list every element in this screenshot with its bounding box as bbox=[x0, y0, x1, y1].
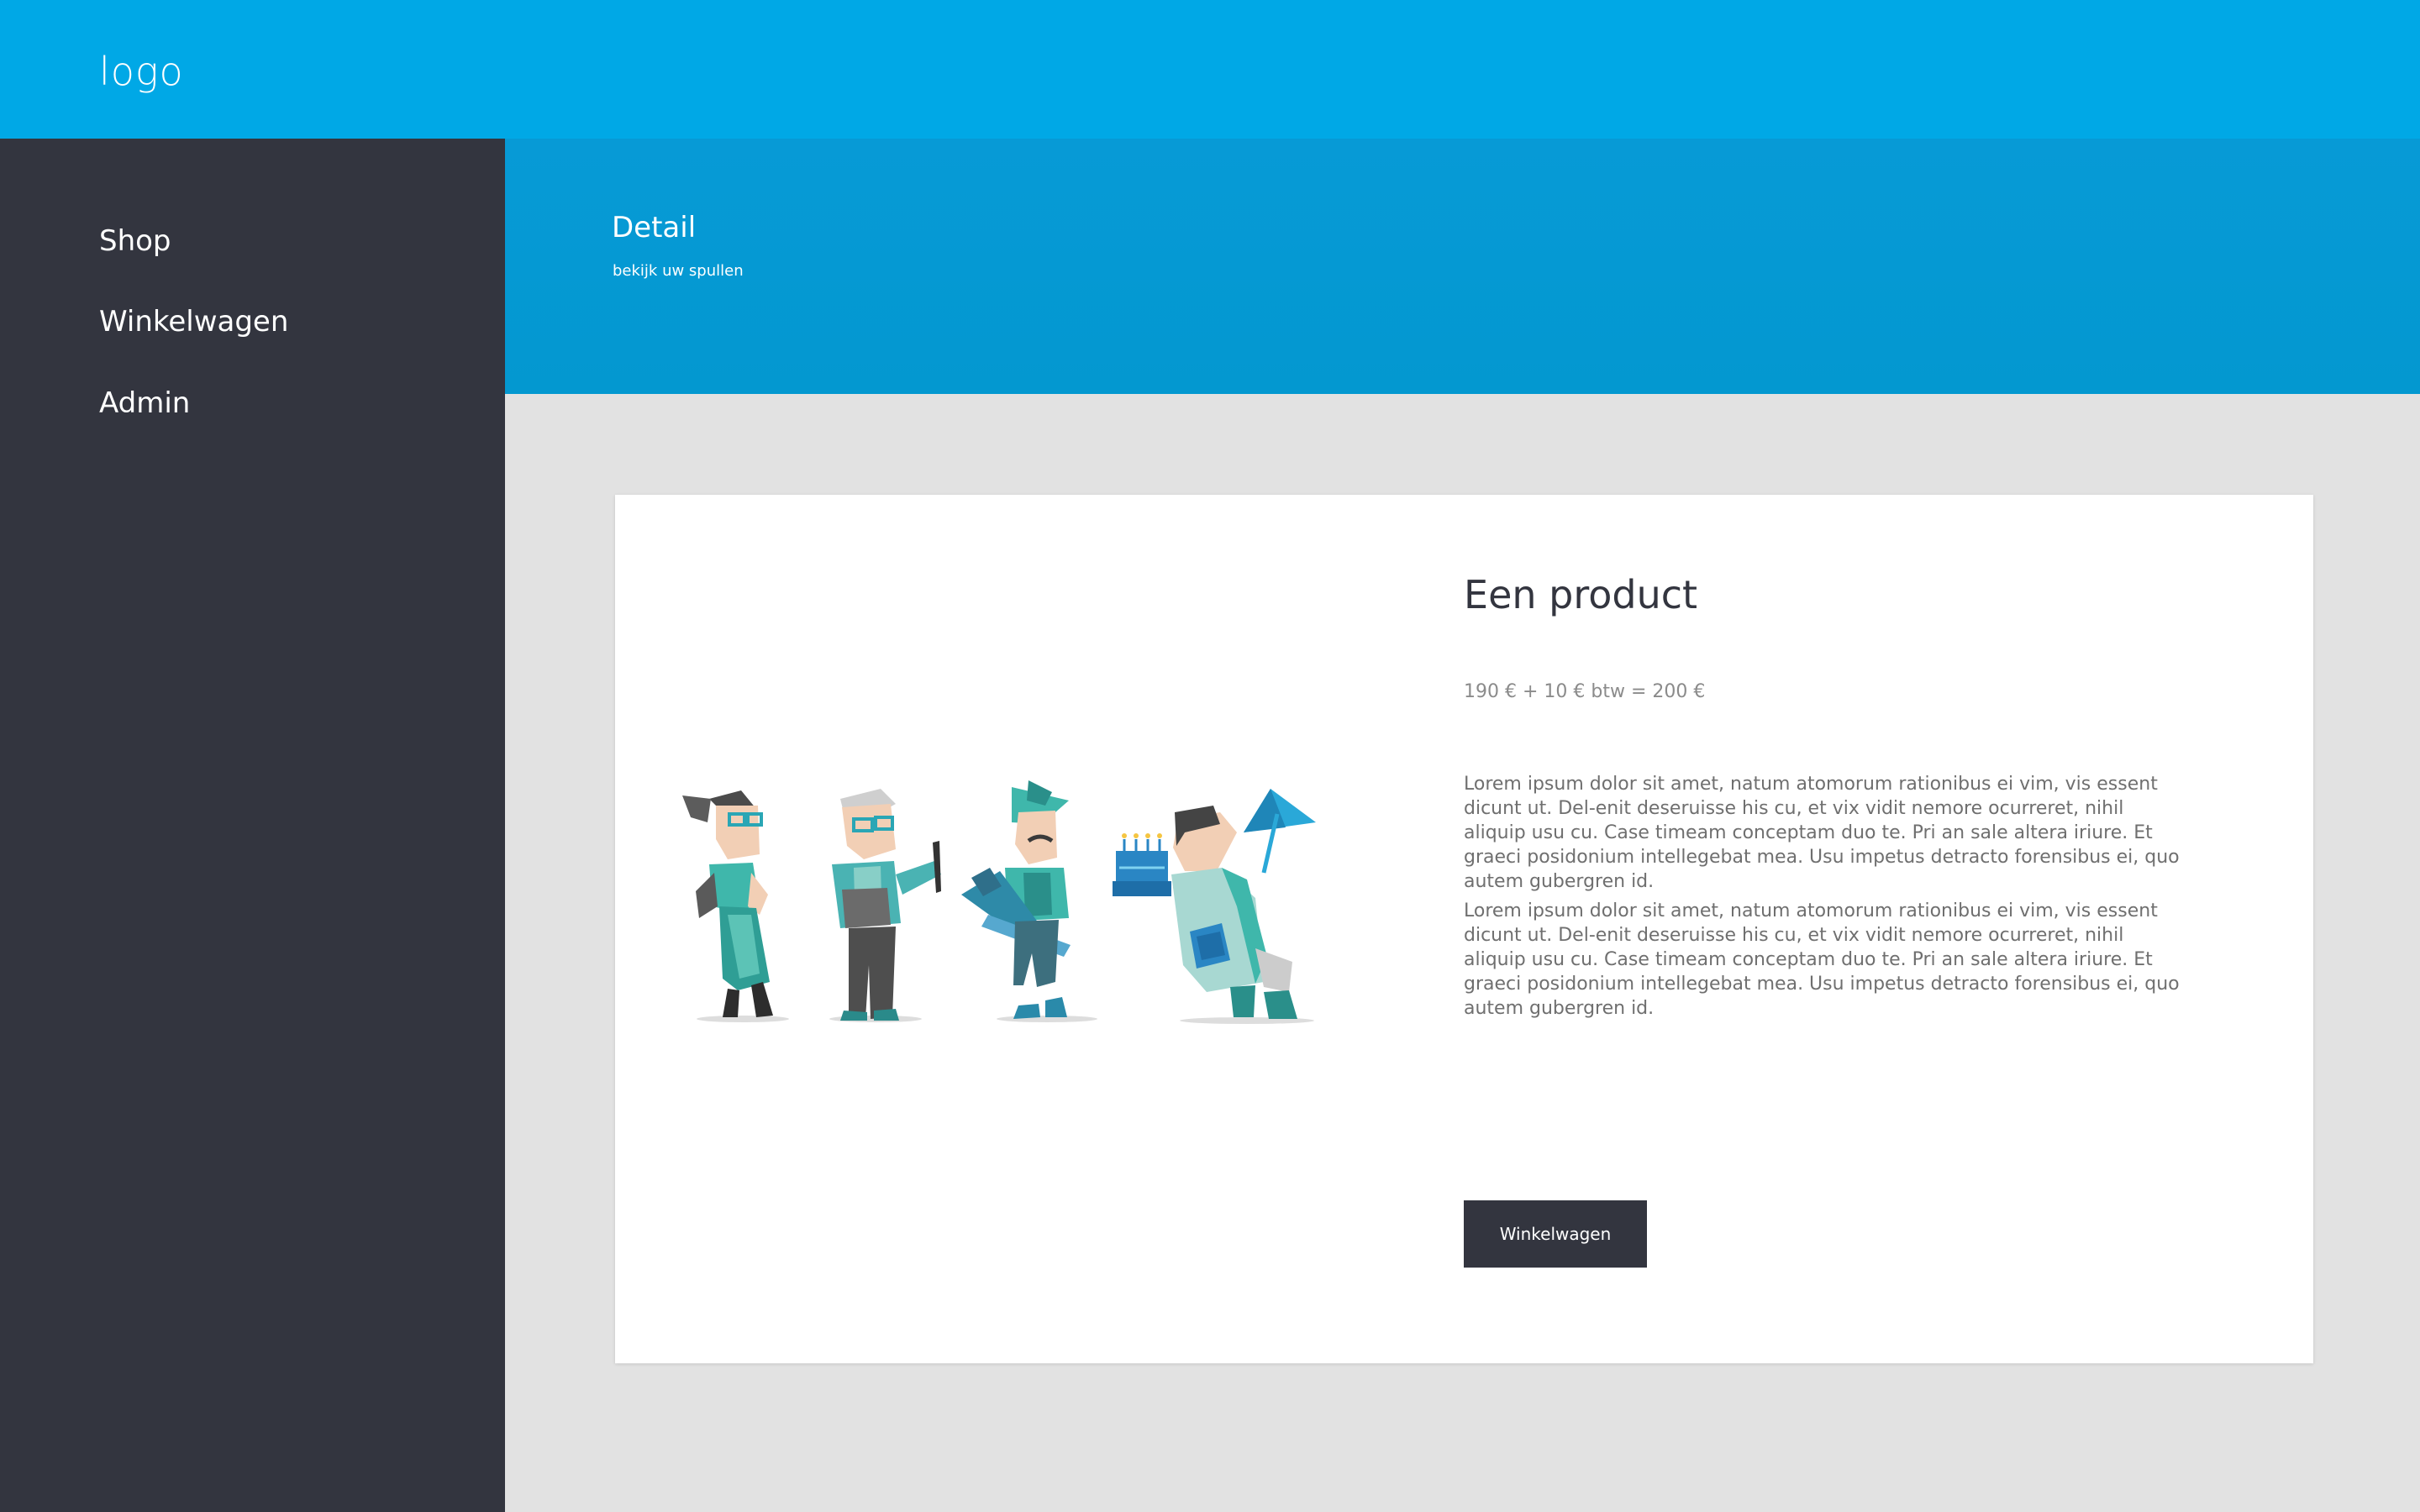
page-subtitle: bekijk uw spullen bbox=[613, 262, 744, 280]
character-old-man bbox=[832, 789, 941, 1021]
page-header: Detail bekijk uw spullen bbox=[505, 139, 2420, 394]
sidebar-item-admin[interactable]: Admin bbox=[99, 386, 190, 420]
product-description-1: Lorem ipsum dolor sit amet, natum atomor… bbox=[1464, 774, 2180, 892]
top-bar: logo bbox=[0, 0, 2420, 139]
add-to-cart-button[interactable]: Winkelwagen bbox=[1464, 1200, 1647, 1268]
sidebar-item-winkelwagen[interactable]: Winkelwagen bbox=[99, 305, 288, 339]
product-description-2: Lorem ipsum dolor sit amet, natum atomor… bbox=[1464, 900, 2180, 1019]
product-price: 190 € + 10 € btw = 200 € bbox=[1464, 681, 1706, 702]
character-warrior bbox=[961, 780, 1071, 1019]
logo[interactable]: logo bbox=[99, 49, 184, 94]
page-title: Detail bbox=[612, 211, 697, 244]
product-illustration bbox=[682, 780, 1316, 1024]
sidebar: Shop Winkelwagen Admin bbox=[0, 139, 505, 1512]
sidebar-item-shop[interactable]: Shop bbox=[99, 224, 171, 258]
product-title: Een product bbox=[1464, 572, 1698, 617]
character-cake-man bbox=[1113, 789, 1316, 1019]
product-card: Een product 190 € + 10 € btw = 200 € Lor… bbox=[615, 495, 2313, 1363]
character-woman bbox=[682, 790, 773, 1017]
